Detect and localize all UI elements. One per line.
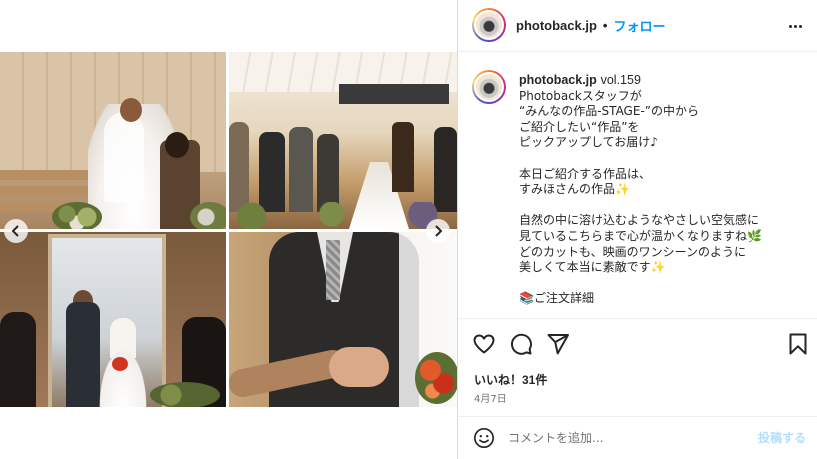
photo-bride-entrance [0, 232, 226, 407]
post-side-panel: photoback.jp • フォロー photoback.jp vol.159… [457, 0, 817, 459]
send-icon[interactable] [546, 332, 570, 356]
next-image-button[interactable] [426, 219, 450, 243]
post-media [0, 0, 457, 459]
photo-hands-closeup [229, 232, 457, 407]
bookmark-icon[interactable] [786, 332, 810, 356]
comment-bar: 投稿する [458, 416, 817, 459]
header-username[interactable]: photoback.jp [516, 18, 597, 33]
post-comment-button[interactable]: 投稿する [758, 429, 806, 446]
chevron-left-icon [11, 225, 19, 237]
comment-icon[interactable] [509, 332, 533, 356]
chevron-right-icon [435, 225, 443, 237]
caption-username[interactable]: photoback.jp [519, 73, 597, 87]
post-date[interactable]: 4月7日 [474, 390, 507, 405]
header-user-row: photoback.jp • フォロー [516, 16, 665, 35]
heart-icon[interactable] [472, 332, 496, 356]
like-count[interactable]: いいね！31件 [474, 371, 547, 388]
photo-collage[interactable] [0, 52, 457, 407]
follow-button[interactable]: フォロー [613, 16, 665, 35]
caption-text: photoback.jp vol.159 Photobackスタッフが “みんな… [519, 73, 804, 307]
emoji-icon[interactable] [473, 427, 495, 449]
caption-section: photoback.jp vol.159 Photobackスタッフが “みんな… [458, 53, 817, 318]
action-bar: いいね！31件 4月7日 [458, 318, 817, 416]
header-separator: • [602, 18, 608, 33]
photo-couple-chapel [0, 52, 226, 229]
caption-body: Photobackスタッフが “みんなの作品-STAGE-”の中から ご紹介した… [519, 88, 762, 306]
photo-chapel-aisle [229, 52, 457, 229]
prev-image-button[interactable] [4, 219, 28, 243]
caption-first-line: vol.159 [600, 73, 641, 87]
post-header: photoback.jp • フォロー [458, 0, 817, 52]
caption-avatar[interactable] [472, 70, 506, 104]
more-options-icon[interactable] [786, 17, 804, 35]
avatar[interactable] [472, 8, 506, 42]
comment-input[interactable] [508, 427, 748, 449]
